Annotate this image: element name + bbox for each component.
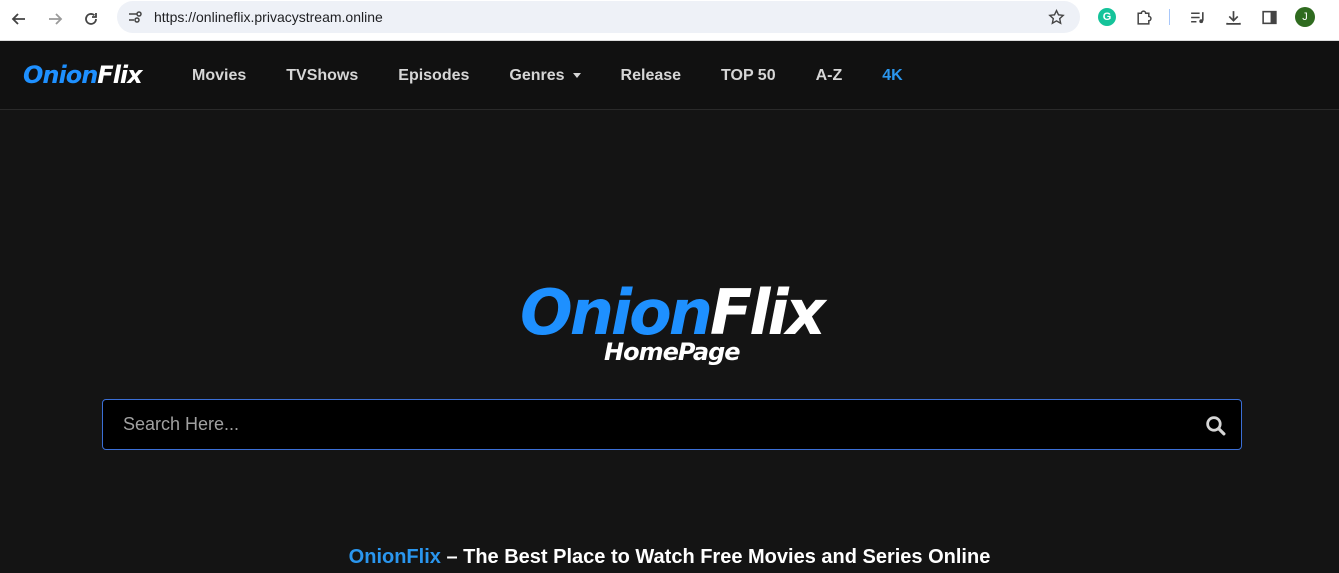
arrow-right-icon (49, 13, 63, 25)
menu-item-genres[interactable]: Genres (509, 66, 581, 85)
site-logo[interactable]: OnionFlix (23, 61, 143, 89)
menu-item-tvshows[interactable]: TVShows (286, 67, 358, 85)
menu-item-movies[interactable]: Movies (192, 67, 246, 85)
playlist-icon (1190, 11, 1204, 23)
caret-down-icon (572, 73, 581, 78)
menu-item-genres-label: Genres (509, 66, 565, 84)
downloads-button[interactable] (1221, 5, 1245, 29)
logo-part-flix: Flix (97, 61, 142, 89)
menu-item-release[interactable]: Release (621, 67, 682, 85)
site-info-icon[interactable] (123, 5, 147, 29)
reload-button[interactable] (78, 6, 104, 32)
address-bar[interactable]: https://onlineflix.privacystream.online (117, 1, 1080, 33)
tagline: OnionFlix – The Best Place to Watch Free… (0, 546, 1339, 569)
menu-item-az[interactable]: A-Z (816, 67, 843, 85)
hero-logo-subtitle: HomePage (604, 338, 741, 366)
avatar: J (1295, 7, 1315, 27)
tagline-text: – The Best Place to Watch Free Movies an… (440, 546, 991, 568)
search-box (102, 399, 1242, 450)
menu-item-4k[interactable]: 4K (882, 67, 902, 85)
url-text: https://onlineflix.privacystream.online (154, 9, 383, 25)
toolbar-separator (1169, 9, 1170, 25)
profile-button[interactable]: J (1293, 5, 1317, 29)
bookmark-star-icon[interactable] (1044, 5, 1068, 29)
search-input[interactable] (103, 400, 1183, 449)
side-panel-icon (1261, 10, 1277, 24)
site-header: OnionFlix Movies TVShows Episodes Genres… (0, 41, 1339, 110)
search-icon (1205, 415, 1225, 435)
extensions-button[interactable] (1131, 5, 1155, 29)
download-icon (1225, 10, 1241, 25)
puzzle-icon (1136, 9, 1152, 25)
tagline-brand: OnionFlix (348, 546, 441, 568)
forward-button[interactable] (42, 6, 68, 32)
main-menu: Movies TVShows Episodes Genres Release T… (192, 41, 943, 110)
grammarly-icon: G (1098, 8, 1116, 26)
hero-logo-title: OnionFlix (520, 280, 826, 346)
browser-toolbar: https://onlineflix.privacystream.online … (0, 0, 1339, 41)
search-button[interactable] (1203, 413, 1227, 437)
reload-icon (85, 13, 97, 25)
hero-logo: OnionFlix HomePage (520, 280, 830, 375)
menu-item-episodes[interactable]: Episodes (398, 67, 469, 85)
grammarly-extension-button[interactable]: G (1095, 5, 1119, 29)
menu-item-top50[interactable]: TOP 50 (721, 67, 776, 85)
side-panel-button[interactable] (1257, 5, 1281, 29)
arrow-left-icon (11, 13, 25, 25)
back-button[interactable] (6, 6, 32, 32)
logo-part-onion: Onion (23, 61, 98, 89)
media-controls-button[interactable] (1185, 5, 1209, 29)
